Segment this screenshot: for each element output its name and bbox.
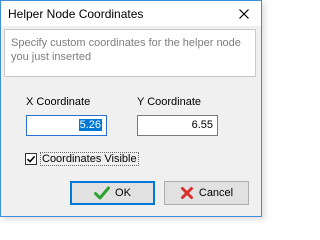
coordinates-visible-checkbox[interactable]: Coordinates Visible <box>25 152 139 166</box>
check-icon <box>26 155 36 163</box>
y-coordinate-label: Y Coordinate <box>137 96 202 108</box>
title-bar[interactable]: Helper Node Coordinates <box>1 1 261 26</box>
close-icon <box>239 8 249 19</box>
cancel-label: Cancel <box>198 187 234 199</box>
x-coordinate-input[interactable]: 5.26 <box>26 115 107 136</box>
x-coordinate-label: X Coordinate <box>26 96 91 108</box>
ok-button[interactable]: OK <box>70 181 155 205</box>
x-coordinate-value: 5.26 <box>78 119 102 131</box>
instruction-text: Specify custom coordinates for the helpe… <box>4 29 256 77</box>
checkbox-box[interactable] <box>25 153 37 165</box>
ok-label: OK <box>115 187 131 199</box>
red-x-icon <box>180 186 194 200</box>
dialog-title: Helper Node Coordinates <box>8 7 144 21</box>
green-check-icon <box>94 186 111 200</box>
helper-node-coordinates-dialog: Helper Node Coordinates Specify custom c… <box>0 0 262 217</box>
close-button[interactable] <box>227 1 261 26</box>
cancel-button[interactable]: Cancel <box>164 181 249 205</box>
y-coordinate-input[interactable]: 6.55 <box>137 115 218 136</box>
coordinates-visible-label: Coordinates Visible <box>40 152 139 166</box>
